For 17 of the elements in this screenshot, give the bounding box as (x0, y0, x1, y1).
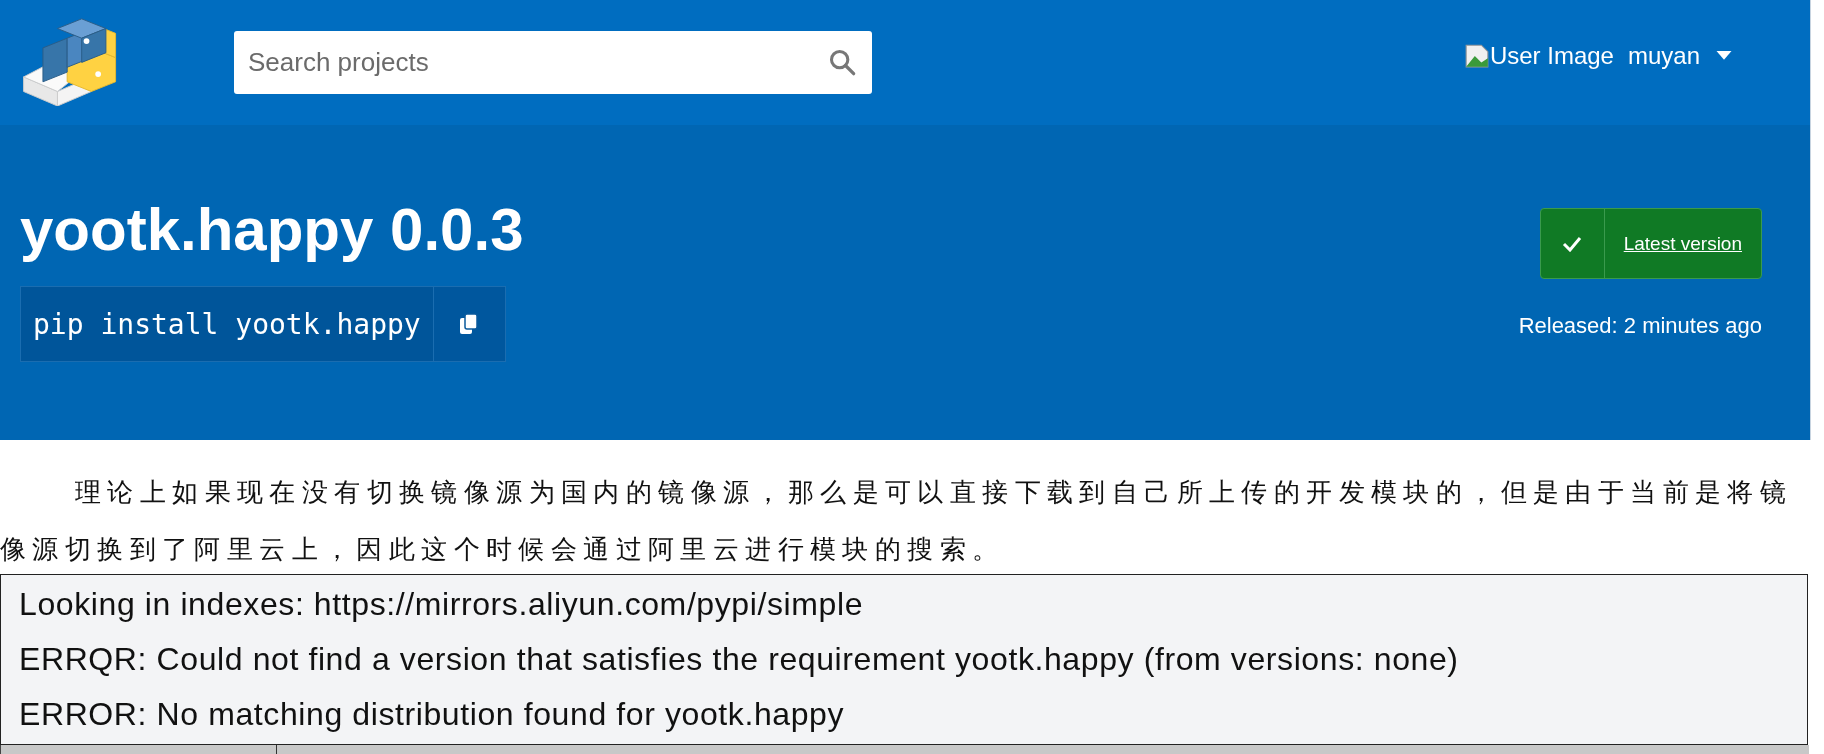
user-image-alt-text: User Image (1489, 41, 1614, 70)
search-field[interactable]: Search projects (234, 31, 872, 94)
paragraph: 理论上如果现在没有切换镜像源为国内的镜像源，那么是可以直接下载到自己所上传的开发模块的，但是由于当前是将镜像源切换到了阿里云上，因此这个时候会通过阿里云进行模块的搜索。 (0, 476, 1794, 566)
output-line: Looking in indexes: https://mirrors.aliyun.com/pypi/simple (19, 585, 865, 624)
caret-icon[interactable] (1716, 50, 1732, 61)
search-icon[interactable] (828, 48, 856, 76)
output-line: ERRQR: Could not find a version that satisfies the requirement yootk.happy (from versions: none) (19, 640, 1460, 679)
copy-icon (459, 313, 480, 335)
package-title: yootk.happy 0.0.3 (20, 195, 524, 264)
user-menu-button[interactable]: muyan (1627, 41, 1700, 70)
broken-image-icon (1463, 42, 1490, 69)
latest-version-link[interactable]: Latest version (1604, 232, 1761, 255)
copy-button[interactable] (432, 287, 505, 361)
release-date: Released: 2 minutes ago (1518, 313, 1762, 339)
check-icon (1562, 235, 1583, 252)
output-line: ERROR: No matching distribution found for yootk.happy (19, 695, 846, 734)
install-command: pip install yootk.happy (32, 307, 422, 341)
